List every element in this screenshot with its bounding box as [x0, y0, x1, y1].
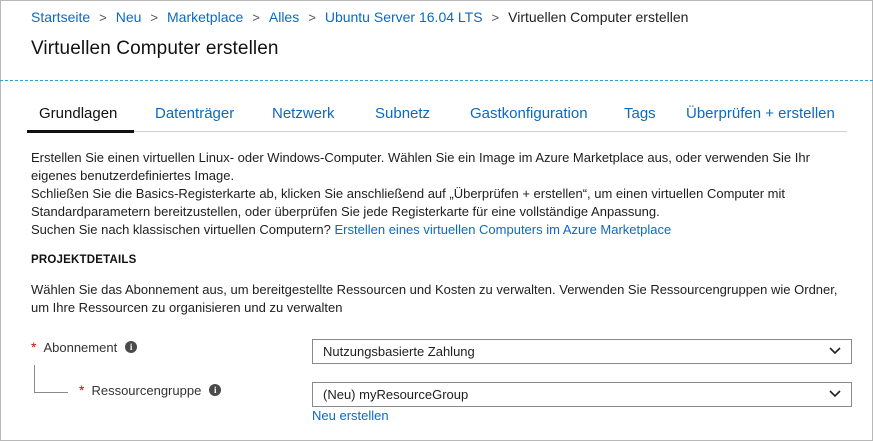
chevron-right-icon: >	[308, 9, 316, 25]
resource-group-label: * Ressourcengruppe i	[79, 382, 222, 398]
resource-group-select[interactable]: (Neu) myResourceGroup	[312, 382, 852, 407]
intro-paragraph-1: Erstellen Sie einen virtuellen Linux- od…	[31, 150, 810, 183]
tab-subnet[interactable]: Subnetz	[375, 105, 430, 122]
breadcrumb-marketplace[interactable]: Marketplace	[167, 9, 243, 25]
chevron-right-icon: >	[491, 9, 500, 25]
resource-group-label-text: Ressourcengruppe	[91, 382, 202, 398]
chevron-right-icon: >	[252, 9, 260, 25]
subscription-label: * Abonnement i	[31, 339, 138, 355]
intro-paragraph-3: Suchen Sie nach klassischen virtuellen C…	[31, 221, 851, 239]
subscription-select[interactable]: Nutzungsbasierte Zahlung	[312, 339, 852, 364]
marketplace-vm-link[interactable]: Erstellen eines virtuellen Computers im …	[335, 222, 672, 237]
required-marker: *	[79, 382, 85, 398]
tree-connector-vertical	[34, 365, 35, 393]
breadcrumb-ubuntu[interactable]: Ubuntu Server 16.04 LTS	[325, 9, 483, 25]
active-tab-indicator	[27, 130, 134, 133]
tab-review-create[interactable]: Überprüfen + erstellen	[686, 105, 835, 122]
chevron-right-icon: >	[99, 9, 107, 25]
breadcrumb-new[interactable]: Neu	[116, 9, 142, 25]
tab-guest-config[interactable]: Gastkonfiguration	[470, 105, 588, 122]
subscription-label-text: Abonnement	[43, 339, 118, 355]
resource-group-value: (Neu) myResourceGroup	[323, 387, 469, 402]
subscription-value: Nutzungsbasierte Zahlung	[323, 344, 475, 359]
tab-disks[interactable]: Datenträger	[155, 105, 234, 122]
create-new-resource-group-link[interactable]: Neu erstellen	[312, 408, 389, 423]
required-marker: *	[31, 339, 37, 355]
intro-paragraph-2: Schließen Sie die Basics-Registerkarte a…	[31, 186, 785, 219]
breadcrumb-home[interactable]: Startseite	[31, 9, 90, 25]
project-details-heading: PROJEKTDETAILS	[31, 254, 137, 266]
breadcrumb-all[interactable]: Alles	[269, 9, 299, 25]
chevron-down-icon	[829, 390, 841, 398]
classic-vm-question: Suchen Sie nach klassischen virtuellen C…	[31, 222, 331, 237]
chevron-right-icon: >	[150, 9, 159, 25]
intro-text: Erstellen Sie einen virtuellen Linux- od…	[31, 149, 851, 239]
tab-network[interactable]: Netzwerk	[272, 105, 335, 122]
info-icon[interactable]: i	[209, 384, 222, 396]
project-details-description: Wählen Sie das Abonnement aus, um bereit…	[31, 282, 838, 315]
tree-connector-horizontal	[34, 392, 68, 393]
page-title: Virtuellen Computer erstellen	[31, 38, 279, 59]
page-header: Virtuellen Computer erstellen	[0, 31, 873, 81]
breadcrumb: Startseite > Neu > Marketplace > Alles >…	[31, 7, 688, 27]
tab-bar: Grundlagen Datenträger Netzwerk Subnetz …	[27, 99, 847, 133]
chevron-down-icon	[829, 347, 841, 355]
tab-tags[interactable]: Tags	[624, 105, 656, 122]
breadcrumb-current: Virtuellen Computer erstellen	[508, 9, 689, 25]
tab-basics[interactable]: Grundlagen	[39, 105, 117, 122]
info-icon[interactable]: i	[125, 341, 138, 353]
